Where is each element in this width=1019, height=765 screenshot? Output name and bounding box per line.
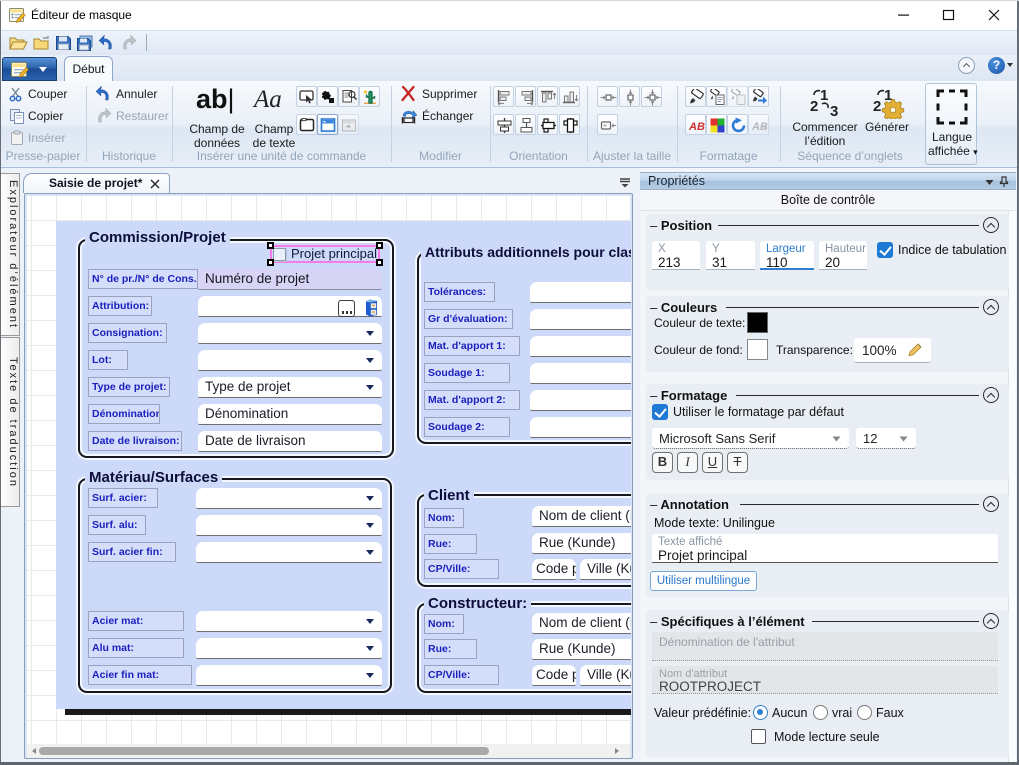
- svg-text:1: 1: [820, 87, 828, 104]
- svg-text:2: 2: [873, 98, 881, 115]
- svg-text:3: 3: [830, 103, 838, 117]
- svg-text:AB: AB: [688, 121, 705, 133]
- svg-text:2: 2: [810, 98, 818, 115]
